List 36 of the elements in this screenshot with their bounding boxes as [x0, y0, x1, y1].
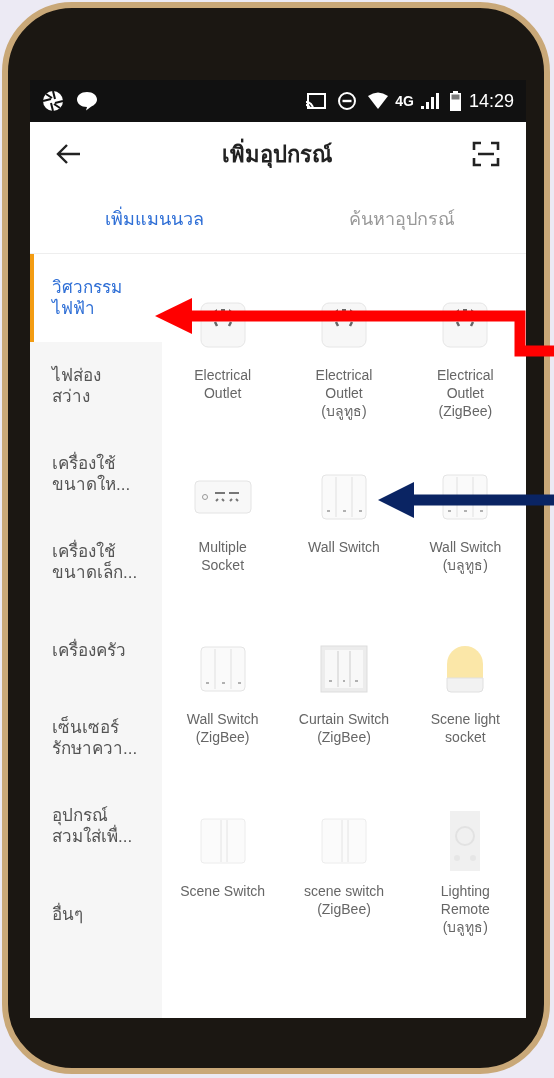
- curtain-switch-icon: [320, 645, 368, 693]
- device-label[interactable]: Wall Switch (บลูทูธ): [429, 538, 502, 574]
- aperture-icon: [42, 90, 64, 112]
- chat-bubble-icon: [76, 91, 98, 111]
- category-item[interactable]: อื่นๆ: [30, 870, 162, 958]
- signal-icon: [419, 92, 440, 110]
- battery-icon: [449, 91, 461, 111]
- wall-switch-icon: [198, 645, 247, 693]
- device-label[interactable]: Wall Switch (ZigBee): [186, 710, 259, 746]
- device-label[interactable]: Scene Switch: [180, 882, 266, 900]
- device-label[interactable]: Scene light socket: [430, 710, 500, 746]
- category-item[interactable]: วิศวกรรม ไฟฟ้า: [30, 254, 162, 342]
- category-item[interactable]: อุปกรณ์ สวมใส่เพื่...: [30, 782, 162, 870]
- page-title: เพิ่มอุปกรณ์: [84, 137, 470, 171]
- device-label[interactable]: Curtain Switch (ZigBee): [298, 710, 390, 746]
- device-label[interactable]: Electrical Outlet (บลูทูธ): [315, 366, 373, 420]
- device-label[interactable]: Electrical Outlet (ZigBee): [436, 366, 494, 420]
- device-label[interactable]: Wall Switch: [308, 538, 380, 556]
- device-label[interactable]: Lighting Remote (บลูทูธ): [440, 882, 490, 936]
- device-label[interactable]: scene switch (ZigBee): [303, 882, 385, 918]
- wifi-icon: [367, 92, 390, 110]
- category-item[interactable]: เครื่องครัว: [30, 606, 162, 694]
- device-label[interactable]: Multiple Socket: [198, 538, 247, 574]
- category-item[interactable]: เซ็นเซอร์ รักษาควา...: [30, 694, 162, 782]
- category-item[interactable]: เครื่องใช้ ขนาดให...: [30, 430, 162, 518]
- category-item[interactable]: ไฟส่อง สว่าง: [30, 342, 162, 430]
- remote-icon: [449, 810, 482, 872]
- power-strip-icon: [193, 480, 252, 514]
- category-item[interactable]: เครื่องใช้ ขนาดเล็ก...: [30, 518, 162, 606]
- clock-time: 14:29: [468, 89, 514, 113]
- do-not-disturb-icon: [337, 91, 358, 111]
- wall-switch-icon: [320, 473, 368, 521]
- device-label[interactable]: Electrical Outlet: [194, 366, 252, 402]
- tab[interactable]: เพิ่มแมนนวล: [30, 186, 278, 253]
- cast-icon: [305, 92, 328, 110]
- network-type: 4G: [395, 91, 414, 111]
